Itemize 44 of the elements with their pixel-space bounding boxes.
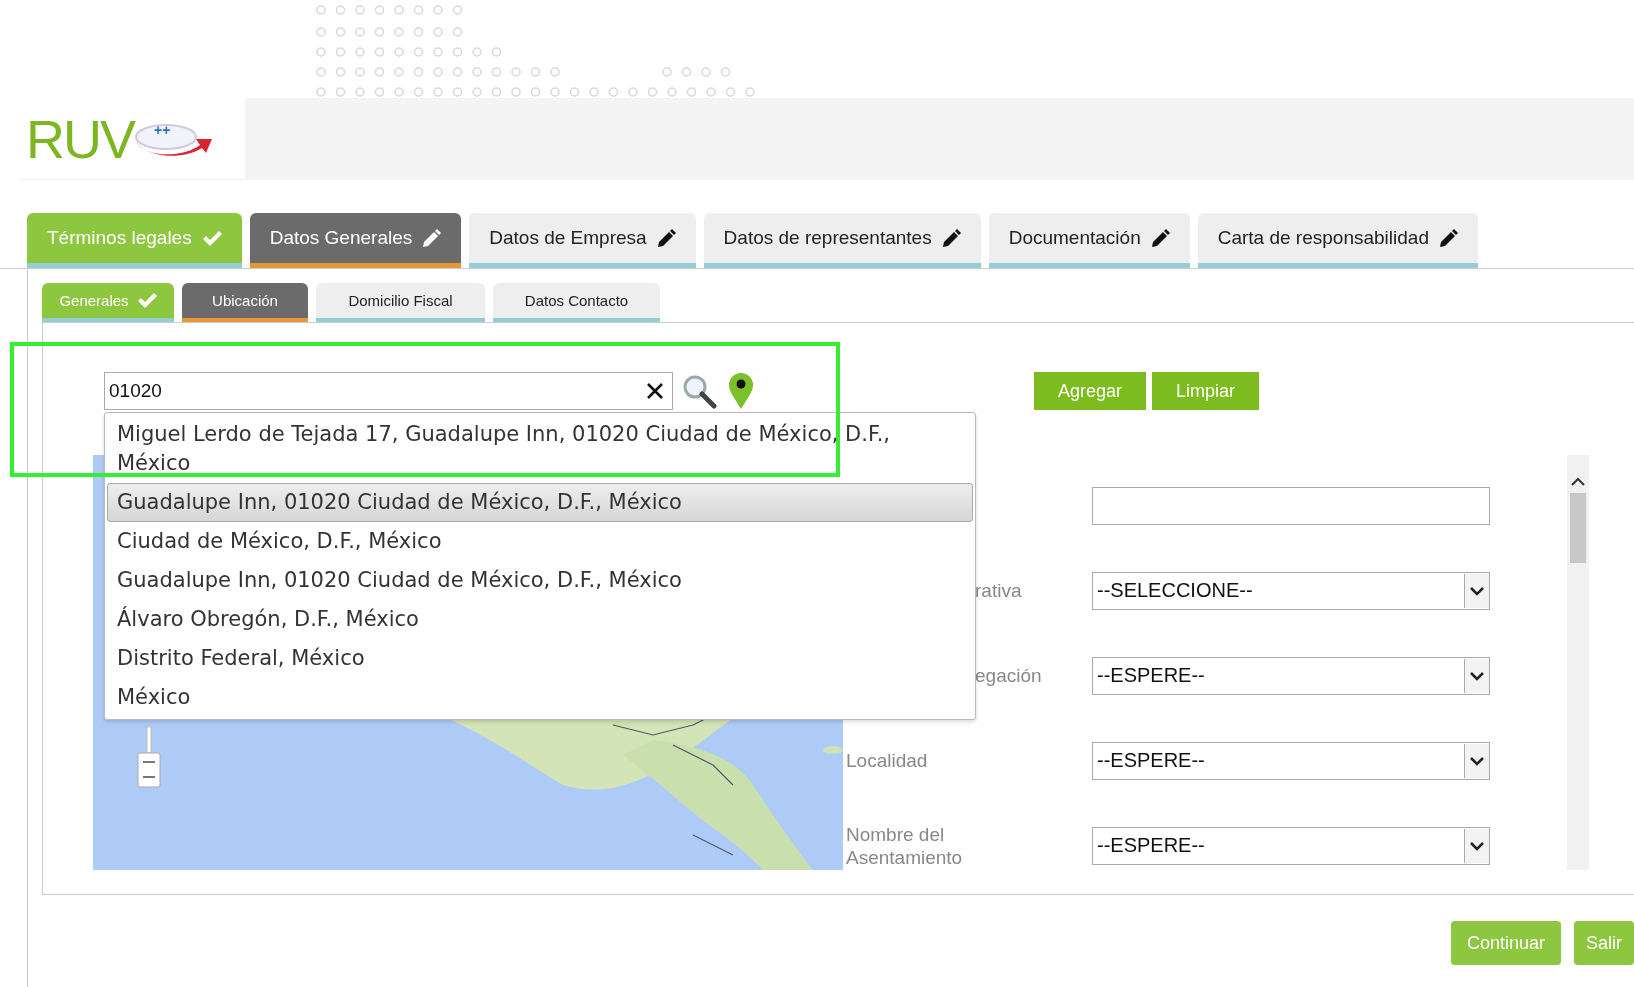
map-pin-icon[interactable]: [727, 372, 755, 410]
chevron-icon: [1464, 828, 1489, 863]
tab[interactable]: Ubicación: [182, 283, 308, 322]
suggestion-item[interactable]: México: [107, 678, 973, 717]
chevron-icon: [1464, 573, 1489, 608]
tab[interactable]: Carta de responsabilidad: [1197, 213, 1478, 268]
scrollbar[interactable]: [1567, 455, 1589, 870]
suggestion-item[interactable]: Álvaro Obregón, D.F., México: [107, 600, 973, 639]
pencil-icon: [1150, 228, 1170, 248]
field-label: egación: [975, 664, 1042, 687]
chevron-icon: [1464, 743, 1489, 778]
search-field[interactable]: 01020: [104, 372, 673, 410]
logo-text: RUV: [26, 111, 134, 166]
clear-icon[interactable]: [646, 382, 664, 400]
pencil-icon: [1438, 228, 1458, 248]
check-icon: [136, 292, 157, 309]
suggestion-item[interactable]: Guadalupe Inn, 01020 Ciudad de México, D.F., México: [107, 561, 973, 600]
tab[interactable]: Documentación: [988, 213, 1190, 268]
tab[interactable]: Datos de representantes: [703, 213, 981, 268]
dropdown-select[interactable]: --SELECCIONE--: [1092, 571, 1490, 610]
scrollbar-thumb[interactable]: [1570, 493, 1586, 563]
field-label: Nombre del Asentamiento: [846, 822, 964, 869]
zoom-control-drawing[interactable]: [137, 727, 161, 790]
logo-plus-text: ++: [154, 122, 171, 137]
suggestion-item[interactable]: Ciudad de México, D.F., México: [107, 522, 973, 561]
field-label: rativa: [975, 579, 1022, 602]
tab[interactable]: Datos Contacto: [493, 283, 660, 322]
tab[interactable]: Datos de Empresa: [469, 213, 696, 268]
dropdown-select[interactable]: --ESPERE--: [1092, 741, 1490, 780]
search-icon[interactable]: [681, 373, 717, 409]
check-icon: [201, 229, 222, 247]
pencil-icon: [422, 228, 442, 248]
dropdown-select[interactable]: --ESPERE--: [1092, 826, 1490, 865]
chevron-icon: [1464, 658, 1489, 693]
pencil-icon: [941, 228, 961, 248]
suggestion-item[interactable]: Miguel Lerdo de Tejada 17, Guadalupe Inn, 01020 Ciudad de México, D.F., México: [107, 415, 973, 483]
text-field[interactable]: [1092, 486, 1490, 525]
suggestion-item[interactable]: Guadalupe Inn, 01020 Ciudad de México, D.F., México: [107, 483, 973, 522]
suggestion-item[interactable]: Distrito Federal, México: [107, 639, 973, 678]
dropdown-select[interactable]: --ESPERE--: [1092, 656, 1490, 695]
pencil-icon: [656, 228, 676, 248]
tab[interactable]: Domicilio Fiscal: [316, 283, 485, 322]
field-label: Localidad: [846, 749, 928, 772]
tab[interactable]: Datos Generales: [249, 213, 462, 268]
